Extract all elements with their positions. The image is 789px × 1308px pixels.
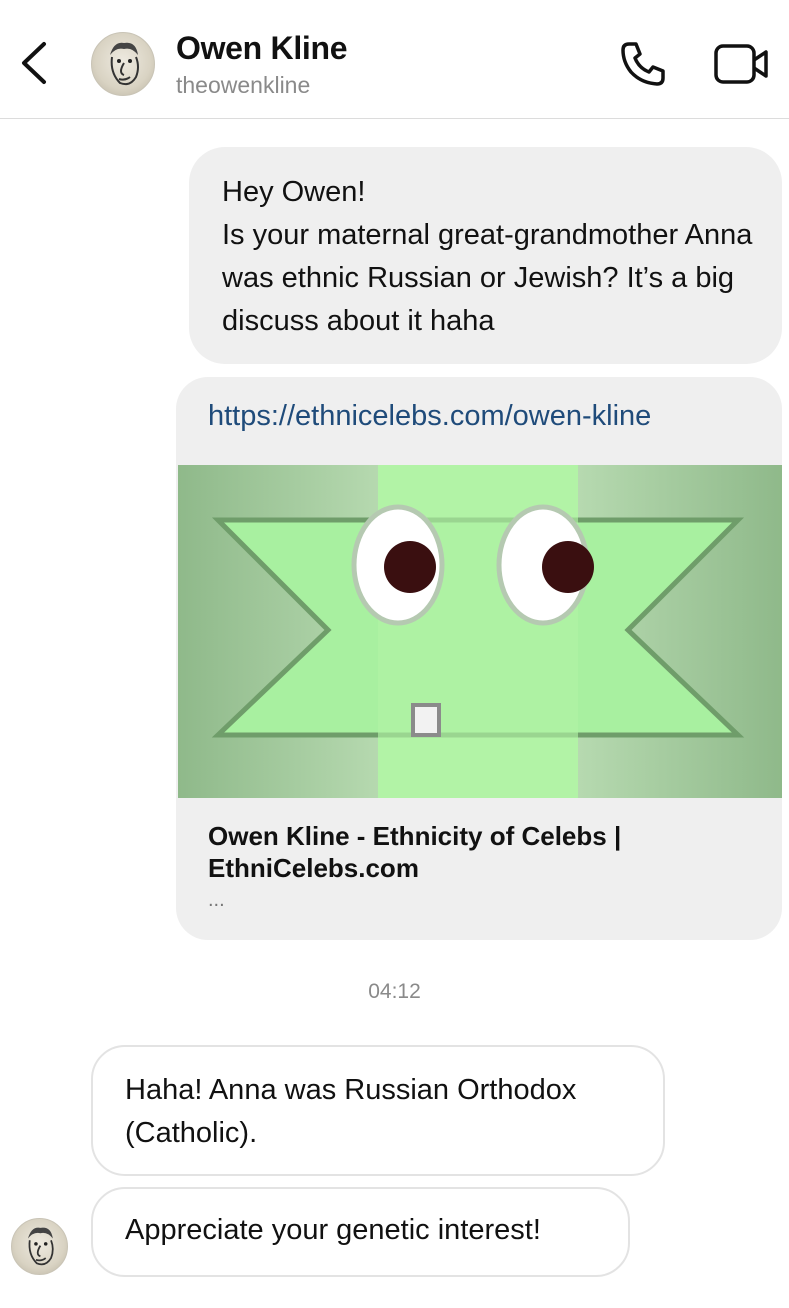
incoming-message[interactable]: Haha! Anna was Russian Orthodox (Catholi… <box>91 1045 665 1176</box>
message-link[interactable]: https://ethnicelebs.com/owen-kline <box>208 400 651 433</box>
message-timestamp: 04:12 <box>368 980 421 1003</box>
outgoing-message[interactable]: Hey Owen! Is your maternal great-grandmo… <box>189 147 782 364</box>
link-preview-image[interactable] <box>178 465 782 798</box>
caricature-image <box>110 42 139 86</box>
back-chevron-icon <box>22 42 46 84</box>
contact-avatar[interactable] <box>91 32 155 96</box>
link-preview-title: Owen Kline - Ethnicity of Celebs | Ethni… <box>208 821 622 883</box>
contact-username[interactable]: theowenkline <box>176 72 310 99</box>
contact-avatar-small[interactable] <box>11 1218 68 1275</box>
link-preview-message[interactable]: https://ethnicelebs.com/owen-kline Owen … <box>176 377 782 940</box>
message-text: Appreciate your genetic interest! <box>125 1214 541 1246</box>
video-call-button[interactable] <box>712 40 770 88</box>
message-text: Haha! Anna was Russian Orthodox (Catholi… <box>125 1074 577 1149</box>
call-button[interactable] <box>617 38 669 90</box>
back-button[interactable] <box>14 38 54 88</box>
link-preview-description: ... <box>208 889 225 911</box>
incoming-message[interactable]: Appreciate your genetic interest! <box>91 1187 630 1277</box>
caricature-image <box>27 1227 54 1266</box>
message-text: Hey Owen! Is your maternal great-grandmo… <box>222 176 753 337</box>
contact-name[interactable]: Owen Kline <box>176 30 348 67</box>
phone-icon <box>621 42 665 86</box>
video-camera-icon <box>714 44 768 84</box>
chat-header: Owen Kline theowenkline <box>0 0 789 119</box>
